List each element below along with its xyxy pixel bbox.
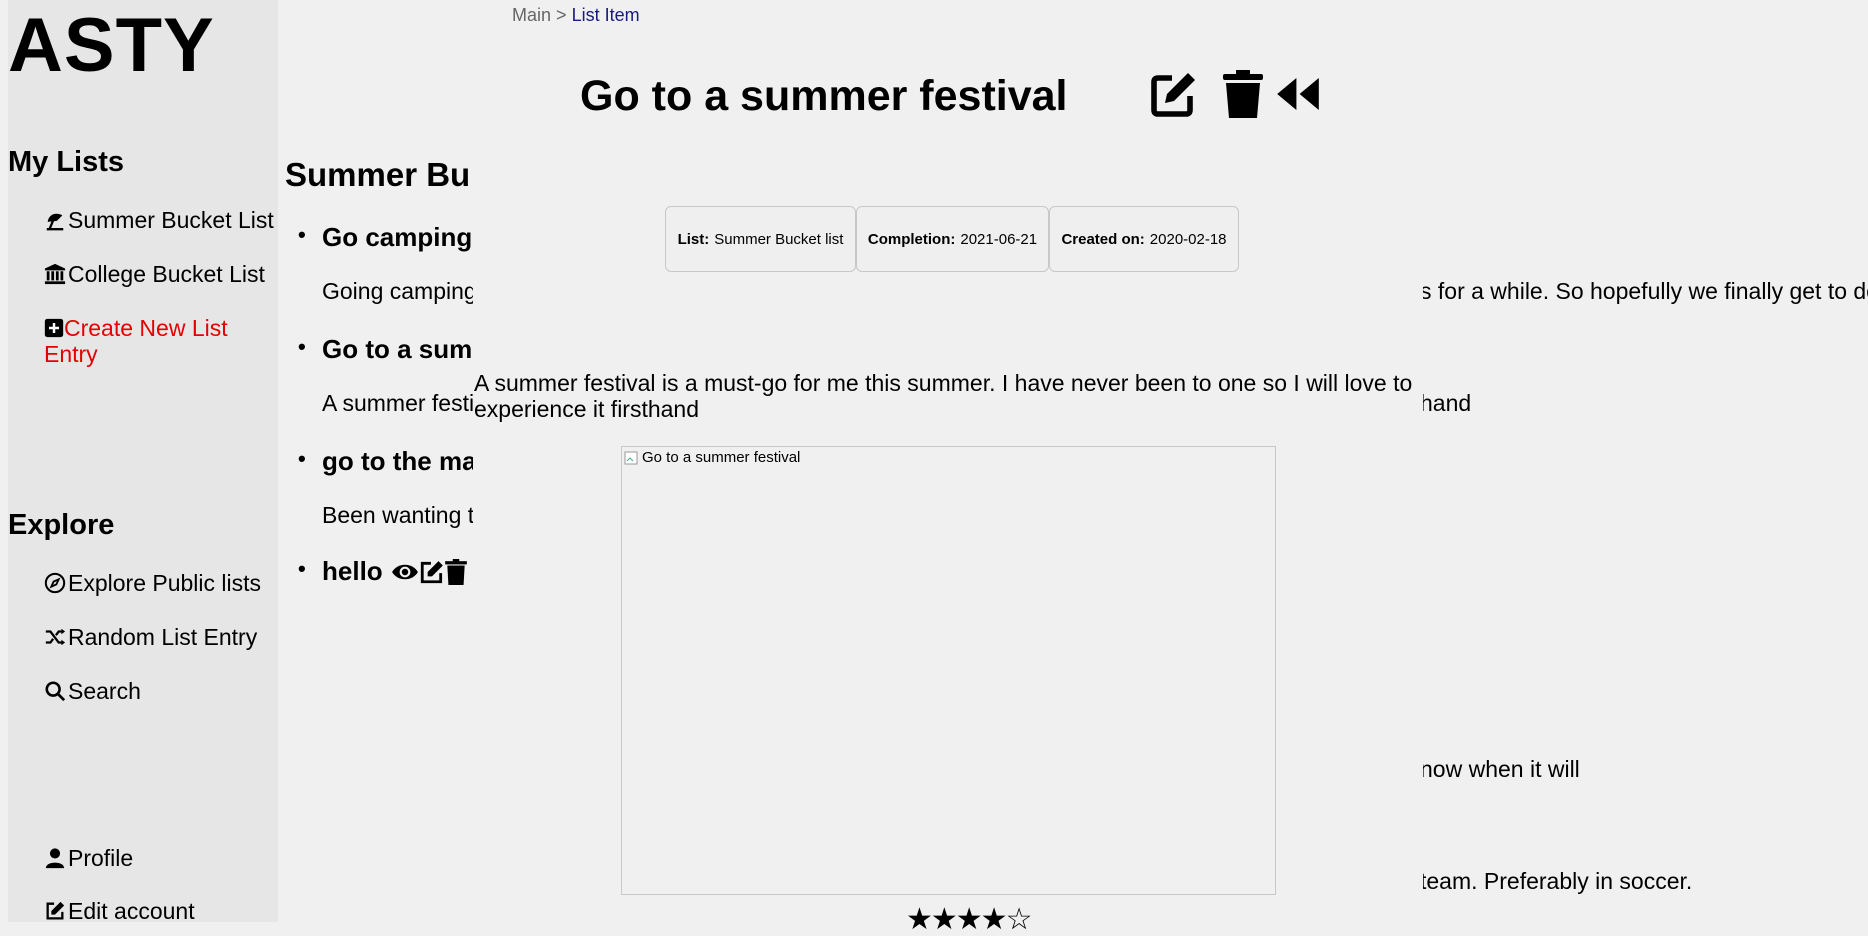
- item-description: A summer festival is a must-go for me th…: [474, 370, 1413, 422]
- my-lists-heading: My Lists: [8, 146, 125, 178]
- edit-icon[interactable]: [419, 559, 445, 585]
- list-item-desc-overflow: now when it will: [1420, 756, 1580, 782]
- breadcrumb: Main > List Item: [512, 5, 640, 26]
- university-icon: [44, 263, 66, 285]
- sidebar-item-explore-public-lists[interactable]: Explore Public lists: [44, 570, 261, 597]
- trash-icon[interactable]: [1222, 70, 1264, 118]
- list-item-desc-overflow: team. Preferably in soccer.: [1420, 868, 1693, 894]
- list-item[interactable]: go to the ma: [298, 446, 477, 477]
- sidebar-item-label: Random List Entry: [68, 624, 258, 650]
- list-item-desc: A summer festi: [322, 390, 475, 416]
- sidebar-item-label: Edit account: [68, 898, 195, 924]
- explore-heading: Explore: [8, 509, 115, 541]
- list-item[interactable]: Go to a sum: [298, 334, 473, 365]
- sidebar-item-label: Search: [68, 678, 141, 704]
- sidebar-item-college-bucket-list[interactable]: College Bucket List: [44, 261, 265, 288]
- sidebar: ASTY My Lists Summer Bucket List College…: [8, 0, 278, 925]
- list-item-title: go to the ma: [322, 446, 477, 476]
- breadcrumb-current: List Item: [571, 5, 640, 25]
- meta-created-value: 2020-02-18: [1149, 230, 1227, 248]
- trash-icon[interactable]: [444, 558, 467, 585]
- sidebar-item-label: Explore Public lists: [68, 570, 262, 596]
- list-title: Summer Bu: [285, 156, 471, 193]
- list-item-desc-overflow: s for a while. So hopefully we finally g…: [1420, 278, 1868, 304]
- list-item[interactable]: Go camping: [298, 222, 473, 253]
- item-image: Go to a summer festival: [621, 446, 1276, 895]
- broken-image-alt: Go to a summer festival: [624, 449, 800, 466]
- meta-list-value: Summer Bucket list: [714, 230, 844, 248]
- list-item-title: Go camping: [322, 222, 473, 252]
- list-item-title: hello: [322, 556, 383, 586]
- sidebar-item-edit-account[interactable]: Edit account: [44, 898, 195, 925]
- sidebar-item-label: Profile: [68, 845, 134, 871]
- list-item-title: Go to a sum: [322, 334, 473, 364]
- plus-square-icon: [44, 318, 64, 338]
- star-rating[interactable]: ★★★★☆: [906, 905, 1032, 935]
- app-logo[interactable]: ASTY: [8, 8, 215, 84]
- list-item-desc: Going camping: [322, 278, 477, 304]
- back-icon[interactable]: [1274, 70, 1322, 118]
- meta-created: Created on: 2020-02-18: [1049, 206, 1239, 272]
- create-new-list-entry-label: Create New List Entry: [44, 315, 228, 367]
- breadcrumb-separator: >: [556, 5, 567, 25]
- user-icon: [45, 848, 65, 869]
- sidebar-item-label: Summer Bucket List: [68, 207, 274, 233]
- umbrella-beach-icon: [46, 213, 64, 231]
- list-item[interactable]: hello: [298, 556, 467, 587]
- edit-icon: [46, 901, 65, 920]
- edit-icon[interactable]: [1150, 70, 1198, 118]
- image-alt-text: Go to a summer festival: [642, 449, 801, 466]
- search-icon: [45, 681, 66, 702]
- meta-completion-value: 2021-06-21: [960, 230, 1038, 248]
- breadcrumb-main-link[interactable]: Main: [512, 5, 551, 25]
- shuffle-icon: [45, 628, 66, 646]
- sidebar-item-search[interactable]: Search: [44, 678, 141, 705]
- list-item-desc: Been wanting to: [322, 502, 487, 528]
- compass-icon: [44, 572, 66, 594]
- list-item-desc-overflow: hand: [1420, 390, 1472, 416]
- sidebar-item-profile[interactable]: Profile: [44, 845, 133, 872]
- broken-image-icon: [624, 451, 638, 464]
- eye-icon[interactable]: [391, 561, 419, 583]
- meta-created-label: Created on:: [1061, 230, 1145, 248]
- sidebar-item-summer-bucket-list[interactable]: Summer Bucket List: [44, 207, 274, 234]
- sidebar-item-label: College Bucket List: [68, 261, 265, 287]
- create-new-list-entry-link[interactable]: Create New List Entry: [44, 315, 244, 367]
- sidebar-item-random-list-entry[interactable]: Random List Entry: [44, 624, 257, 651]
- meta-completion-label: Completion:: [867, 230, 956, 248]
- meta-completion: Completion: 2021-06-21: [856, 206, 1049, 272]
- meta-list-label: List:: [677, 230, 710, 248]
- meta-list: List: Summer Bucket list: [665, 206, 856, 272]
- page-title: Go to a summer festival: [580, 72, 1068, 120]
- item-actions: [1150, 70, 1322, 118]
